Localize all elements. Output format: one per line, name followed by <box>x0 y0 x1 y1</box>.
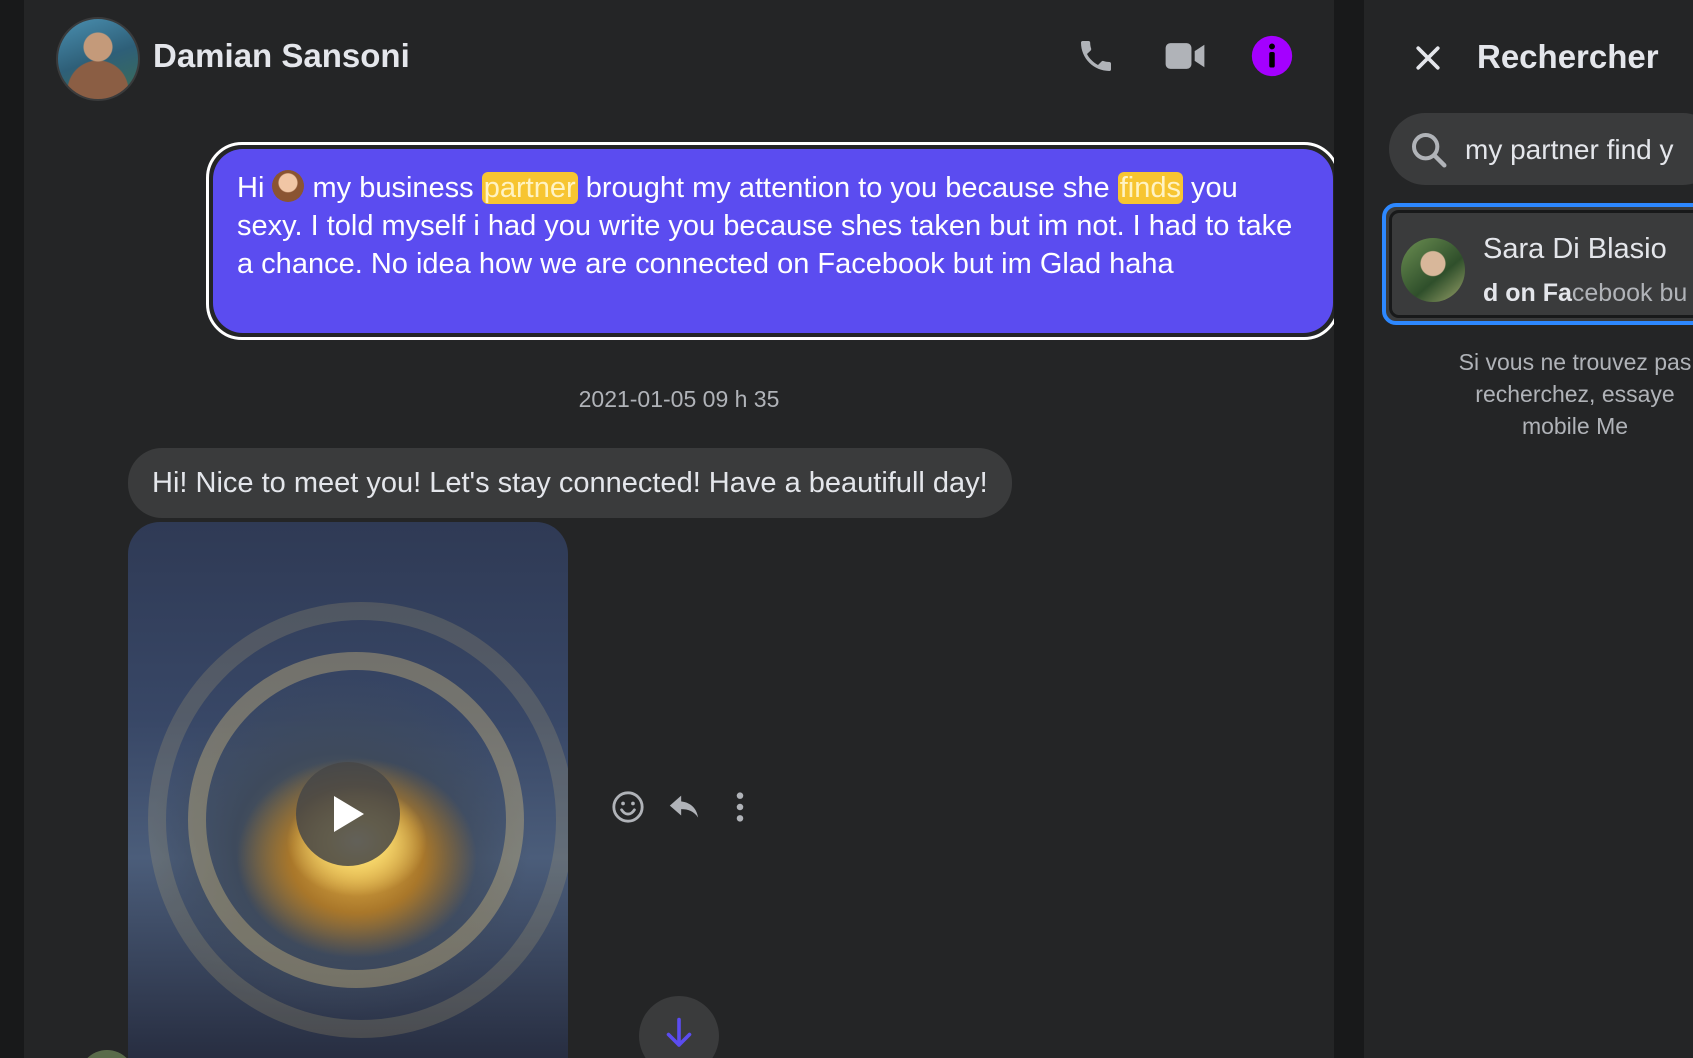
search-highlight: finds <box>1117 172 1183 204</box>
raising-hand-emoji-icon <box>272 170 305 202</box>
phone-icon[interactable] <box>1074 34 1118 78</box>
info-icon[interactable] <box>1250 34 1294 78</box>
message-timestamp: 2021-01-05 09 h 35 <box>578 386 780 412</box>
outgoing-message-bubble: Hi my business partner brought my attent… <box>213 149 1333 333</box>
search-result-content: Sara Di Blasio d on Facebook bu <box>1389 210 1693 318</box>
conversation-panel: Damian Sansoni Hi my business partner br… <box>24 0 1334 1058</box>
search-help-text: Si vous ne trouvez pas recherchez, essay… <box>1458 349 1692 439</box>
play-button[interactable] <box>296 762 400 866</box>
incoming-message-bubble[interactable]: Hi! Nice to meet you! Let's stay connect… <box>128 448 1012 518</box>
search-result-item[interactable]: Sara Di Blasio d on Facebook bu <box>1382 203 1693 325</box>
close-icon[interactable] <box>1410 40 1446 76</box>
contact-avatar[interactable] <box>56 17 140 101</box>
message-actions <box>611 790 757 824</box>
search-highlight: partner <box>481 172 578 204</box>
result-avatar <box>1401 238 1465 302</box>
search-field[interactable] <box>1389 113 1693 185</box>
search-input[interactable] <box>1463 113 1693 185</box>
contact-avatar-small <box>79 1050 135 1058</box>
video-attachment[interactable] <box>128 522 568 1058</box>
more-options-icon[interactable] <box>723 790 757 824</box>
arrow-down-icon <box>666 1017 692 1047</box>
contact-name[interactable]: Damian Sansoni <box>153 37 410 75</box>
result-name: Sara Di Blasio <box>1483 233 1667 265</box>
scroll-to-bottom-button[interactable] <box>639 996 719 1058</box>
search-icon <box>1412 133 1447 168</box>
search-sidebar: Rechercher Sara Di Blasio d on Facebook … <box>1364 0 1693 1058</box>
reply-icon[interactable] <box>667 790 701 824</box>
outgoing-message-focused[interactable]: Hi my business partner brought my attent… <box>206 142 1334 340</box>
result-snippet: d on Facebook bu <box>1483 279 1688 307</box>
search-panel-title: Rechercher <box>1477 38 1659 75</box>
video-camera-icon[interactable] <box>1163 34 1207 78</box>
react-emoji-icon[interactable] <box>611 790 645 824</box>
conversation-header: Damian Sansoni <box>24 0 1334 115</box>
play-icon <box>334 796 364 832</box>
